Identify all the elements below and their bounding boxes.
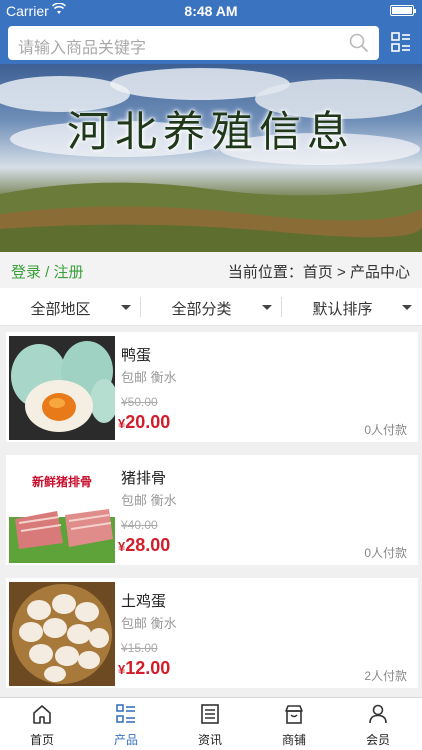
tab-label: 产品 (113, 733, 138, 747)
product-meta: 包邮 衡水 (121, 616, 177, 631)
clock: 8:48 AM (184, 3, 238, 19)
list-icon (116, 704, 136, 724)
search-input[interactable]: 请输入商品关键字 (8, 26, 379, 60)
product-price: ¥20.00 (118, 412, 170, 433)
product-meta: 包邮 衡水 (121, 370, 177, 385)
product-price: ¥28.00 (118, 535, 170, 556)
product-paid-count: 0人付款 (364, 423, 407, 437)
filter-region-dropdown[interactable]: 全部地区 (0, 288, 141, 326)
shop-icon (284, 704, 304, 724)
caret-down-icon (402, 305, 412, 310)
filter-bar: 全部地区 全部分类 默认排序 (0, 288, 422, 326)
product-price: ¥12.00 (118, 658, 170, 679)
product-original-price: ¥50.00 (121, 395, 158, 409)
price-value: 28.00 (125, 535, 171, 555)
tab-member[interactable]: 会员 (336, 698, 422, 750)
filter-label: 全部地区 (30, 301, 91, 318)
product-name: 鸭蛋 (121, 347, 152, 364)
price-value: 20.00 (125, 412, 171, 432)
product-name: 土鸡蛋 (121, 593, 167, 610)
product-meta: 包邮 衡水 (121, 493, 177, 508)
filter-label: 全部分类 (171, 301, 232, 318)
filter-label: 默认排序 (312, 301, 373, 318)
caret-down-icon (121, 305, 131, 310)
filter-sort-dropdown[interactable]: 默认排序 (282, 288, 422, 326)
product-original-price: ¥40.00 (121, 518, 158, 532)
product-card[interactable]: 新鲜猪排骨 猪排骨 包邮 衡水 ¥40.00 ¥28.00 0人付款 (6, 455, 418, 565)
price-value: 12.00 (125, 658, 171, 678)
category-menu-icon[interactable] (391, 32, 411, 52)
current-location: 当前位置：首页 > 产品中心 (227, 264, 410, 281)
status-bar: Carrier 8:48 AM (0, 0, 422, 22)
tab-label: 首页 (29, 733, 54, 747)
product-name: 猪排骨 (121, 470, 167, 487)
tab-label: 资讯 (197, 733, 222, 747)
tab-products[interactable]: 产品 (84, 698, 168, 750)
search-placeholder: 请输入商品关键字 (18, 40, 147, 57)
tab-home[interactable]: 首页 (0, 698, 84, 750)
tab-news[interactable]: 资讯 (168, 698, 252, 750)
product-image (9, 336, 115, 440)
news-icon (200, 704, 220, 724)
breadcrumb: 登录 / 注册 当前位置：首页 > 产品中心 (0, 252, 422, 288)
product-card[interactable]: 土鸡蛋 包邮 衡水 ¥15.00 ¥12.00 2人付款 (6, 578, 418, 688)
battery-icon (390, 5, 416, 16)
tab-shops[interactable]: 商铺 (252, 698, 336, 750)
app-header: Carrier 8:48 AM 请输入商品关键字 (0, 0, 422, 64)
login-register-link[interactable]: 登录 / 注册 (11, 261, 84, 282)
tab-label: 商铺 (281, 733, 306, 747)
banner-image[interactable]: 河北养殖信息 (0, 64, 422, 252)
product-paid-count: 0人付款 (364, 546, 407, 560)
product-image (9, 582, 115, 686)
filter-category-dropdown[interactable]: 全部分类 (141, 288, 282, 326)
home-icon (32, 704, 52, 724)
user-icon (368, 704, 388, 724)
caret-down-icon (262, 305, 272, 310)
product-image: 新鲜猪排骨 (9, 459, 115, 563)
search-icon[interactable] (349, 33, 369, 53)
product-image-caption: 新鲜猪排骨 (31, 475, 92, 489)
product-original-price: ¥15.00 (121, 641, 158, 655)
bottom-tab-bar: 首页 产品 资讯 商铺 会员 (0, 697, 422, 750)
product-card[interactable]: 鸭蛋 包邮 衡水 ¥50.00 ¥20.00 0人付款 (6, 332, 418, 442)
banner-title: 河北养殖信息 (66, 107, 355, 156)
product-paid-count: 2人付款 (364, 669, 407, 683)
tab-label: 会员 (365, 733, 390, 747)
